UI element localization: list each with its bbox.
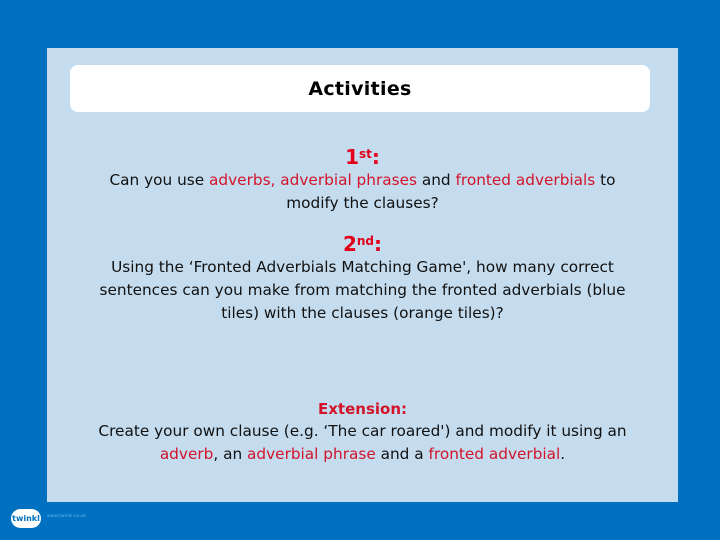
content-panel: Activities 1st: Can you use adverbs, adv… bbox=[47, 48, 678, 502]
activity-2-heading: 2nd: bbox=[342, 232, 383, 256]
text-run: . bbox=[560, 445, 566, 463]
highlighted-term: adverbs, adverbial phrases bbox=[209, 171, 417, 189]
activity-1-text: Can you use adverbs, adverbial phrases a… bbox=[47, 169, 678, 215]
activity-2: 2nd: Using the ‘Fronted Adverbials Match… bbox=[47, 232, 678, 325]
twinkl-logo[interactable]: twinkl bbox=[11, 509, 41, 528]
extension: Extension: Create your own clause (e.g. … bbox=[47, 398, 678, 466]
highlighted-term: adverbial phrase bbox=[247, 445, 376, 463]
text-run: Can you use bbox=[109, 171, 210, 189]
extension-heading: Extension: bbox=[318, 400, 407, 418]
activity-1-heading: 1st: bbox=[345, 145, 380, 169]
text-run: and a bbox=[375, 445, 429, 463]
highlighted-term: fronted adverbial bbox=[428, 445, 561, 463]
footer-url[interactable]: www.twinkl.co.uk bbox=[47, 514, 86, 519]
extension-text: Create your own clause (e.g. ‘The car ro… bbox=[47, 420, 678, 466]
text-run: Using the ‘Fronted Adverbials Matching G… bbox=[99, 258, 626, 322]
text-run: Create your own clause (e.g. ‘The car ro… bbox=[98, 422, 627, 440]
activity-2-text: Using the ‘Fronted Adverbials Matching G… bbox=[47, 256, 678, 325]
text-run: and bbox=[416, 171, 456, 189]
title-box: Activities bbox=[70, 65, 650, 112]
page-title: Activities bbox=[308, 77, 412, 100]
highlighted-term: adverb bbox=[159, 445, 214, 463]
text-run: , an bbox=[213, 445, 248, 463]
highlighted-term: fronted adverbials bbox=[455, 171, 596, 189]
activity-1: 1st: Can you use adverbs, adverbial phra… bbox=[47, 145, 678, 215]
